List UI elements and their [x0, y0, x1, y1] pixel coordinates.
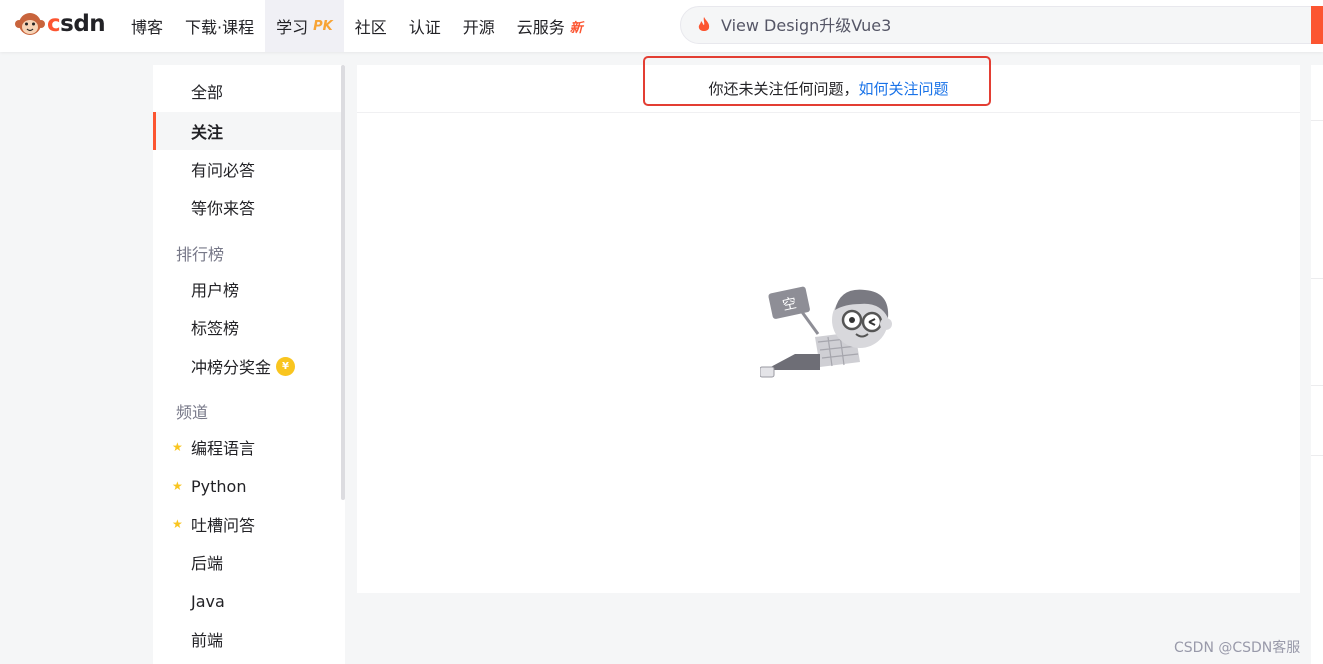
- nav-community[interactable]: 社区: [344, 0, 398, 52]
- main-nav: 博客 下载·课程 学习 PK 社区 认证 开源 云服务新: [120, 0, 594, 52]
- sidebar-item-frontend[interactable]: 前端: [153, 620, 341, 658]
- fire-icon: [698, 17, 710, 31]
- sidebar-item-rank-bonus[interactable]: 冲榜分奖金 ¥: [153, 347, 341, 385]
- nav-label: 博客: [131, 18, 164, 37]
- search-button[interactable]: [1311, 6, 1323, 44]
- empty-state-illustration: 空: [760, 286, 892, 378]
- nav-download-course[interactable]: 下载·课程: [174, 0, 265, 52]
- new-badge: 新: [569, 20, 583, 36]
- csdn-logo[interactable]: csdn: [14, 9, 106, 39]
- logo-text: csdn: [47, 11, 106, 37]
- sidebar-item-complaints[interactable]: 吐槽问答: [153, 505, 341, 543]
- sidebar: 全部 关注 有问必答 等你来答 排行榜 用户榜 标签榜 冲榜分奖金 ¥ 频道 ★ …: [153, 65, 345, 664]
- nav-label: 开源: [462, 18, 495, 37]
- sidebar-item-label: 冲榜分奖金: [191, 358, 272, 377]
- ranking-header: 排行榜: [176, 245, 225, 264]
- search-input[interactable]: [721, 15, 1281, 35]
- sidebar-item-user-rank[interactable]: 用户榜: [153, 270, 341, 308]
- monkey-mascot-icon: [15, 13, 45, 35]
- nav-learn[interactable]: 学习 PK: [265, 0, 344, 52]
- annotation-highlight-box: [643, 56, 991, 106]
- channel-header: 频道: [176, 403, 209, 422]
- sidebar-item-label: 编程语言: [191, 439, 256, 458]
- watermark: CSDN @CSDN客服: [1174, 640, 1301, 656]
- right-panel-divider: [1311, 455, 1323, 456]
- top-navbar: csdn 博客 下载·课程 学习 PK 社区 认证 开源 云服务新: [0, 0, 1323, 52]
- nav-opensource[interactable]: 开源: [452, 0, 506, 52]
- pk-badge: PK: [313, 18, 333, 34]
- sidebar-item-python[interactable]: Python: [153, 467, 341, 505]
- nav-cloud-service[interactable]: 云服务新: [506, 0, 594, 52]
- sidebar-item-label: 有问必答: [191, 161, 256, 180]
- search-bar: [680, 6, 1323, 44]
- sidebar-item-java[interactable]: Java: [153, 582, 341, 620]
- nav-blog[interactable]: 博客: [120, 0, 174, 52]
- nav-certification[interactable]: 认证: [398, 0, 452, 52]
- sidebar-item-programming[interactable]: 编程语言: [153, 428, 341, 466]
- sidebar-item-label: 前端: [191, 631, 224, 650]
- nav-label: 学习: [276, 18, 309, 37]
- nav-label: 认证: [408, 18, 441, 37]
- sidebar-item-label: 标签榜: [191, 319, 240, 338]
- sidebar-item-label: 关注: [191, 123, 224, 142]
- nav-label: 下载·课程: [185, 18, 255, 37]
- right-panel: [1311, 65, 1323, 664]
- sidebar-item-label: Python: [191, 476, 247, 496]
- sidebar-item-label: 后端: [191, 554, 224, 573]
- nav-label: 社区: [354, 18, 387, 37]
- sidebar-item-all[interactable]: 全部: [153, 72, 341, 110]
- sidebar-item-must-answer[interactable]: 有问必答: [153, 150, 341, 188]
- sidebar-item-tag-rank[interactable]: 标签榜: [153, 308, 341, 346]
- sidebar-item-label: 用户榜: [191, 281, 240, 300]
- sidebar-item-label: Java: [191, 591, 225, 611]
- right-panel-divider: [1311, 278, 1323, 279]
- coin-icon: ¥: [276, 356, 296, 376]
- right-panel-divider: [1311, 385, 1323, 386]
- sidebar-item-label: 等你来答: [191, 199, 256, 218]
- nav-label: 云服务: [516, 18, 565, 37]
- sidebar-item-label: 全部: [191, 83, 224, 102]
- sidebar-item-waiting-answer[interactable]: 等你来答: [153, 188, 341, 226]
- sidebar-scrollbar[interactable]: [341, 65, 345, 500]
- sidebar-item-backend[interactable]: 后端: [153, 543, 341, 581]
- sidebar-item-label: 吐槽问答: [191, 516, 256, 535]
- right-panel-divider: [1311, 120, 1323, 121]
- sidebar-item-following[interactable]: 关注: [153, 112, 341, 150]
